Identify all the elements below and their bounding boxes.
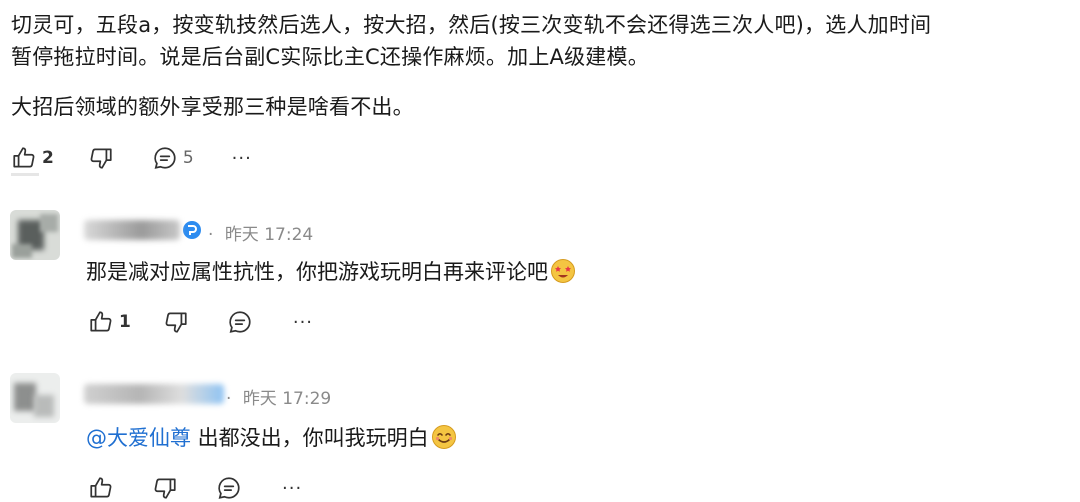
more-button[interactable]: ···: [232, 148, 252, 169]
username-blurred[interactable]: [84, 219, 202, 241]
like-button[interactable]: 1: [88, 309, 131, 335]
thumbs-up-icon: [13, 147, 35, 168]
thumbs-down-icon: [165, 312, 187, 333]
time-label: 昨天 17:29: [242, 389, 332, 409]
meta-separator: ·: [208, 225, 214, 245]
more-button[interactable]: ···: [293, 312, 313, 333]
reply-button[interactable]: [216, 475, 242, 501]
reply-content: @大爱仙尊 出都没出，你叫我玩明白: [86, 423, 457, 458]
reply-count: 5: [182, 148, 194, 168]
reply-text: 出都没出，你叫我玩明白: [191, 426, 429, 450]
like-count: 1: [119, 312, 131, 332]
reply-content: 那是减对应属性抗性，你把游戏玩明白再来评论吧: [86, 257, 576, 292]
thumbs-up-icon: [90, 477, 112, 498]
comment-line-2: 暂停拖拉时间。说是后台副C实际比主C还操作麻烦。加上A级建模。: [11, 45, 649, 69]
comment-line-3: 大招后领域的额外享受那三种是啥看不出。: [11, 95, 414, 119]
username-blurred[interactable]: [84, 383, 224, 405]
like-count: 2: [42, 148, 54, 168]
divider: [11, 173, 39, 176]
comment-line-1: 切灵可，五段a，按变轨技然后选人，按大招，然后(按三次变轨不会还得选三次人吧)，…: [11, 13, 932, 37]
thumbs-up-icon: [90, 311, 112, 332]
avatar[interactable]: [10, 373, 60, 423]
dislike-button[interactable]: [152, 475, 178, 501]
verified-badge-icon: [183, 221, 201, 239]
avatar[interactable]: [10, 210, 60, 260]
comment-bubble-icon: [229, 311, 251, 333]
reply-action-bar: 1 ···: [88, 308, 313, 336]
like-button[interactable]: 2: [11, 145, 54, 171]
comment-action-bar: 2 5 ···: [11, 144, 252, 172]
thumbs-down-icon: [90, 148, 112, 169]
dislike-button[interactable]: [163, 309, 189, 335]
reply-text: 那是减对应属性抗性，你把游戏玩明白再来评论吧: [86, 260, 548, 284]
star-eyes-emoji: [550, 258, 576, 292]
timestamp: · 昨天 17:24: [208, 220, 313, 245]
comment-bubble-icon: [218, 477, 240, 499]
like-button[interactable]: [88, 475, 114, 501]
smile-emoji: [431, 424, 457, 458]
comment-bubble-icon: [154, 147, 176, 169]
meta-separator: ·: [226, 389, 232, 409]
reply-button[interactable]: 5: [152, 145, 194, 171]
thumbs-down-icon: [154, 478, 176, 499]
timestamp: · 昨天 17:29: [226, 384, 331, 409]
reply-action-bar: ···: [88, 474, 302, 502]
reply-button[interactable]: [227, 309, 253, 335]
time-label: 昨天 17:24: [224, 225, 314, 245]
dislike-button[interactable]: [88, 145, 114, 171]
more-button[interactable]: ···: [282, 478, 302, 499]
mention-link[interactable]: @大爱仙尊: [86, 426, 191, 450]
